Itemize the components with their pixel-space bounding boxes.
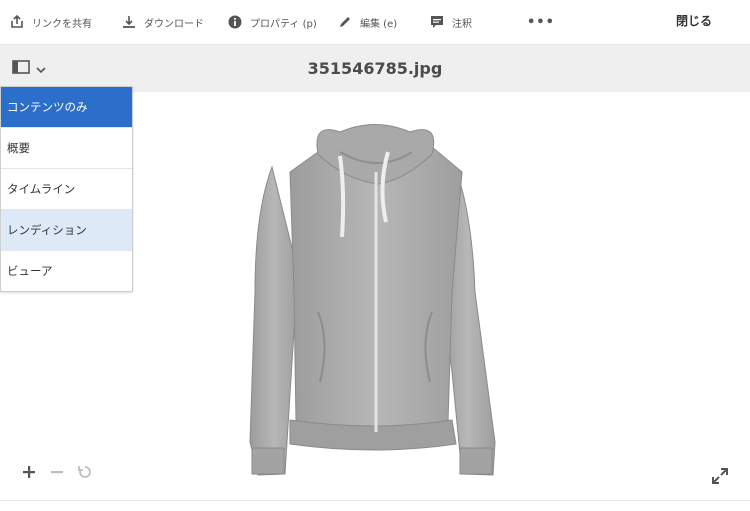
menu-item-label: タイムライン [7, 182, 76, 196]
menu-item-overview[interactable]: 概要 [1, 128, 132, 169]
annotate-button[interactable]: 注釈 [430, 8, 472, 36]
share-icon [10, 15, 24, 29]
menu-item-label: レンディション [7, 223, 87, 237]
zoom-in-icon[interactable] [22, 464, 36, 483]
zoom-controls [22, 464, 92, 483]
page-title: 351546785.jpg [307, 59, 443, 78]
annotate-label: 注釈 [452, 18, 472, 30]
close-button[interactable]: 閉じる [676, 12, 712, 29]
pencil-icon [338, 15, 352, 29]
menu-item-label: ビューア [7, 264, 53, 278]
comment-icon [430, 15, 444, 29]
download-label: ダウンロード [144, 18, 204, 30]
more-actions-button[interactable]: ••• [527, 8, 555, 36]
menu-item-renditions[interactable]: レンディション [1, 210, 132, 251]
zoom-out-icon[interactable] [50, 464, 64, 483]
menu-item-label: 概要 [7, 141, 30, 155]
properties-label: プロパティ (p) [250, 18, 317, 30]
share-link-label: リンクを共有 [32, 18, 92, 30]
menu-item-label: コンテンツのみ [7, 100, 88, 114]
edit-button[interactable]: 編集 (e) [338, 8, 397, 36]
bottom-divider [0, 500, 750, 511]
more-icon: ••• [527, 14, 555, 30]
info-icon [228, 15, 242, 29]
top-toolbar: リンクを共有 ダウンロード プロパティ (p) 編集 (e) 注釈 ••• 閉じ… [0, 0, 750, 44]
rail-menu: コンテンツのみ 概要 タイムライン レンディション ビューア [0, 86, 133, 292]
menu-item-timeline[interactable]: タイムライン [1, 169, 132, 210]
download-button[interactable]: ダウンロード [122, 8, 204, 36]
edit-label: 編集 (e) [360, 18, 398, 30]
share-link-button[interactable]: リンクを共有 [10, 8, 92, 36]
reset-icon[interactable] [78, 464, 92, 483]
menu-item-viewers[interactable]: ビューア [1, 251, 132, 291]
expand-icon [711, 468, 729, 489]
menu-item-content-only[interactable]: コンテンツのみ [1, 87, 132, 128]
fullscreen-button[interactable] [711, 467, 729, 489]
properties-button[interactable]: プロパティ (p) [228, 8, 317, 36]
download-icon [122, 15, 136, 29]
